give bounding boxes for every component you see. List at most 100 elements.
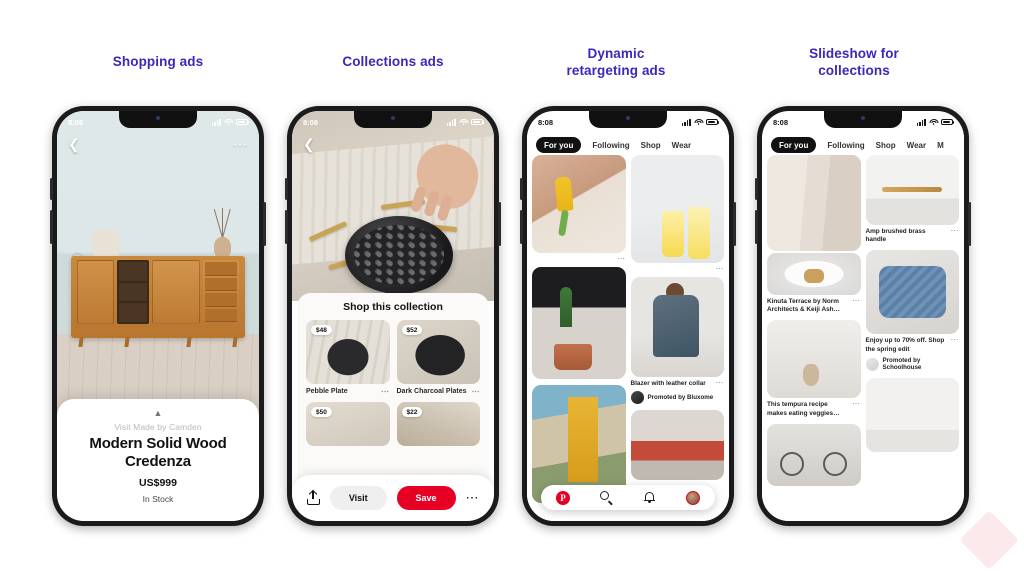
- charcoal-plate-decor: [344, 215, 453, 294]
- pin-card[interactable]: [532, 267, 626, 379]
- price-badge: $52: [401, 325, 423, 335]
- bell-icon[interactable]: [643, 491, 656, 505]
- back-chevron-icon[interactable]: ❮: [68, 137, 80, 151]
- pinterest-home-icon[interactable]: P: [556, 490, 570, 505]
- price-badge: $22: [401, 407, 423, 417]
- product-thumbnail[interactable]: $50: [306, 402, 390, 446]
- table-lamp-decor: [93, 230, 119, 256]
- tab-following[interactable]: Following: [592, 141, 629, 150]
- pin-caption: This tempura recipe makes eating veggies…: [767, 401, 840, 417]
- status-indicators: [446, 118, 485, 126]
- bottom-nav-bar: P: [541, 485, 715, 510]
- pin-image[interactable]: [767, 253, 861, 295]
- heading-line-2: retargeting ads: [566, 62, 666, 78]
- watermark-label: [968, 519, 1010, 561]
- pin-image[interactable]: [630, 410, 724, 481]
- product-thumbnail[interactable]: $48: [306, 320, 390, 384]
- collection-product-card[interactable]: $22: [396, 402, 480, 446]
- product-thumbnail[interactable]: $52: [396, 320, 480, 384]
- chevron-up-icon[interactable]: ▲: [71, 409, 245, 418]
- pin-image[interactable]: [767, 320, 861, 399]
- pin-image[interactable]: [865, 377, 959, 452]
- battery-icon: [471, 118, 485, 126]
- sheet-title: Shop this collection: [343, 301, 443, 313]
- pin-image[interactable]: [630, 277, 724, 377]
- pin-feed[interactable]: ⋯ ⋯ Blazer with leather collar ⋯ Promote…: [527, 155, 729, 521]
- pin-card[interactable]: Amp brushed brass handle ⋯: [865, 155, 960, 244]
- overflow-dots-icon[interactable]: ⋯: [852, 400, 861, 408]
- vase-decor: [214, 237, 231, 258]
- status-time: 8:08: [773, 117, 789, 127]
- pin-caption-row: This tempura recipe makes eating veggies…: [767, 400, 861, 417]
- collection-product-card[interactable]: $52 Dark Charcoal Plates ⋯: [396, 320, 481, 396]
- collection-product-card[interactable]: $50: [306, 402, 390, 446]
- heading-dynamic-retargeting-ads: Dynamic retargeting ads: [530, 46, 702, 79]
- pin-caption: Amp brushed brass handle: [865, 228, 926, 244]
- merchant-visit-label[interactable]: Visit Made by Camden: [71, 422, 245, 432]
- overflow-dots-icon[interactable]: ⋯: [951, 227, 960, 235]
- overflow-dots-icon[interactable]: ⋯: [852, 297, 861, 305]
- pin-image[interactable]: [865, 155, 959, 225]
- product-name: Dark Charcoal Plates: [396, 388, 467, 395]
- pin-caption: Kinuta Terrace by Norm Architects & Keij…: [767, 298, 840, 314]
- feed-column-right: Amp brushed brass handle ⋯ Enjoy up to 7…: [865, 155, 960, 521]
- pin-image[interactable]: [532, 155, 626, 253]
- overflow-dots-icon[interactable]: ⋯: [381, 388, 390, 396]
- pin-image[interactable]: [767, 155, 861, 251]
- feed-column-left: Kinuta Terrace by Norm Architects & Keij…: [767, 155, 861, 521]
- search-icon[interactable]: [600, 491, 613, 506]
- overflow-dots-icon[interactable]: ⋯: [233, 137, 248, 151]
- shop-collection-sheet: Shop this collection $48 Pebble Plate ⋯: [297, 293, 489, 479]
- status-indicators: [211, 118, 250, 126]
- pin-card[interactable]: [767, 423, 861, 486]
- back-chevron-icon[interactable]: ❮: [303, 137, 315, 151]
- phone-notch: [824, 111, 902, 128]
- pin-feed[interactable]: Kinuta Terrace by Norm Architects & Keij…: [762, 155, 964, 521]
- overflow-dots-icon[interactable]: ⋯: [617, 255, 626, 263]
- heading-line-1: Slideshow for: [809, 46, 899, 61]
- tab-shop[interactable]: Shop: [876, 141, 896, 150]
- share-icon[interactable]: [306, 491, 320, 505]
- tab-more[interactable]: M: [937, 141, 944, 150]
- avatar: [865, 357, 879, 371]
- tab-for-you[interactable]: For you: [536, 137, 582, 153]
- tab-wear[interactable]: Wear: [672, 141, 691, 150]
- pin-card[interactable]: [865, 377, 959, 452]
- save-button[interactable]: Save: [396, 486, 456, 510]
- visit-button[interactable]: Visit: [329, 486, 387, 510]
- overflow-dots-icon[interactable]: ⋯: [716, 265, 725, 273]
- pin-card[interactable]: [630, 410, 724, 481]
- pin-caption-row: Blazer with leather collar ⋯: [631, 379, 725, 388]
- pin-image[interactable]: [767, 423, 861, 486]
- pin-card[interactable]: ⋯: [532, 155, 626, 263]
- credenza-legs: [78, 337, 238, 347]
- credenza-product: [71, 256, 245, 338]
- tab-following[interactable]: Following: [827, 141, 864, 150]
- collection-action-bar: Visit Save ⋯: [292, 475, 494, 521]
- tab-wear[interactable]: Wear: [907, 141, 926, 150]
- collection-product-card[interactable]: $48 Pebble Plate ⋯: [306, 320, 390, 396]
- pin-image[interactable]: [630, 155, 724, 263]
- product-hero-image: [57, 111, 259, 416]
- overflow-dots-icon[interactable]: ⋯: [465, 491, 479, 504]
- pin-card-blazer[interactable]: Blazer with leather collar ⋯ Promoted by…: [630, 277, 725, 405]
- tab-for-you[interactable]: For you: [771, 137, 817, 153]
- pin-image[interactable]: [865, 250, 959, 335]
- feed-tab-bar: For you Following Shop Wear: [527, 135, 729, 155]
- avatar-icon[interactable]: [686, 490, 700, 505]
- wifi-icon: [459, 118, 468, 126]
- overflow-dots-icon[interactable]: ⋯: [472, 388, 481, 396]
- pin-card[interactable]: ⋯: [630, 155, 725, 273]
- pin-card-promoted[interactable]: Enjoy up to 70% off. Shop the spring edi…: [865, 250, 960, 371]
- power-button: [263, 202, 266, 246]
- product-thumbnail[interactable]: $22: [396, 402, 480, 446]
- battery-icon: [236, 118, 250, 126]
- pin-card[interactable]: Kinuta Terrace by Norm Architects & Keij…: [767, 155, 861, 314]
- pin-image[interactable]: [532, 267, 626, 379]
- pin-card[interactable]: This tempura recipe makes eating veggies…: [767, 320, 861, 417]
- phone2-overlay-toolbar: ❮: [292, 135, 494, 153]
- tab-shop[interactable]: Shop: [641, 141, 661, 150]
- overflow-dots-icon[interactable]: ⋯: [951, 336, 960, 344]
- avatar: [630, 391, 644, 405]
- overflow-dots-icon[interactable]: ⋯: [716, 379, 725, 387]
